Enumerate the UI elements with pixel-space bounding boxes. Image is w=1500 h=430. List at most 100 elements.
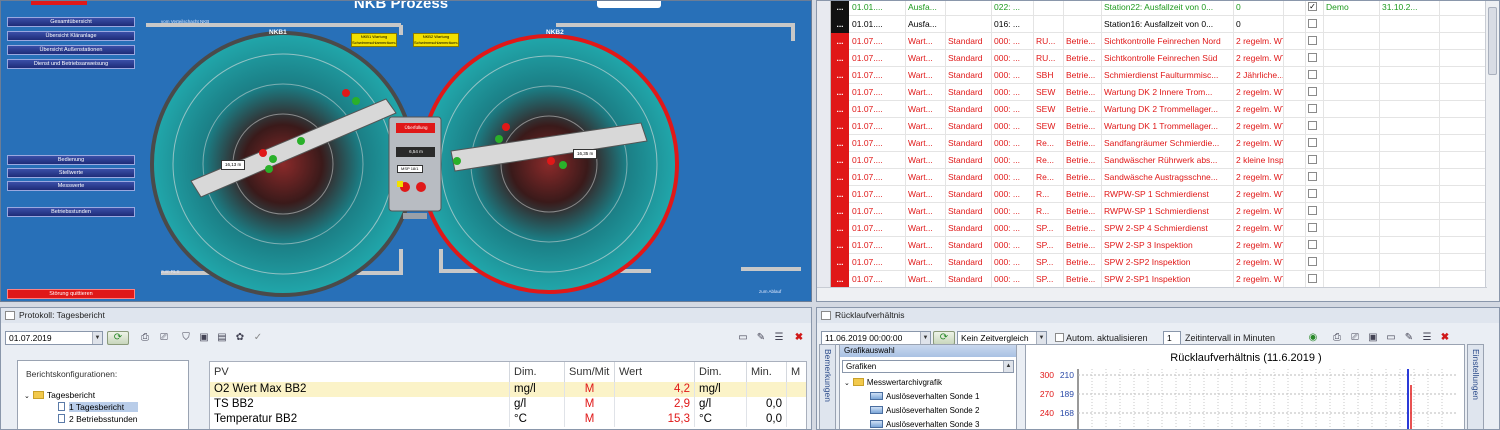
table-row[interactable]: ... 01.07.... Wart... Standard 000: ... RU...… (817, 33, 1485, 50)
row-done-checkbox[interactable] (1305, 101, 1323, 118)
row-status-marker[interactable]: ... (831, 16, 849, 33)
checkbox-box[interactable] (1308, 121, 1317, 131)
checkbox-box[interactable]: ✓ (1308, 2, 1317, 12)
side-tab-remarks[interactable]: Bemerkungen (819, 344, 836, 429)
globe-icon[interactable]: ◉ (1305, 331, 1321, 345)
row-done-checkbox[interactable] (1305, 169, 1323, 186)
table-row[interactable]: ... 01.07.... Wart... Standard 000: ... R... B… (817, 203, 1485, 220)
checkbox-box[interactable] (1308, 189, 1317, 199)
scroll-thumb[interactable] (1488, 7, 1497, 75)
checkbox-box[interactable] (1308, 274, 1317, 284)
chevron-down-icon[interactable]: ▼ (920, 332, 930, 344)
ratio-datetime-input[interactable]: 11.06.2019 00:00:00 ▼ (821, 331, 931, 345)
auto-update-checkbox[interactable]: Autom. aktualisieren (1055, 331, 1148, 345)
row-done-checkbox[interactable] (1305, 33, 1323, 50)
print-icon[interactable]: ⎙ (1329, 331, 1345, 345)
fault-reset-button[interactable]: Störung quittieren (7, 289, 135, 299)
list-icon[interactable]: ☰ (771, 331, 787, 345)
col-header-pv[interactable]: PV (210, 362, 510, 382)
table-row[interactable]: ...01.07.... Wart... Standard 000: ... SP...… (817, 254, 1485, 271)
row-done-checkbox[interactable] (1305, 135, 1323, 152)
col-header-max[interactable]: M (787, 362, 806, 382)
table-row[interactable]: TS BB2 g/l M 2,9 g/l 0,0 (210, 397, 806, 412)
close-icon[interactable]: ✖ (1437, 331, 1453, 345)
row-status-marker[interactable]: ... (831, 33, 849, 50)
table-row[interactable]: ...01.07.... Wart... Standard 000: ... SP...… (817, 237, 1485, 254)
horizontal-scrollbar[interactable] (817, 287, 1487, 301)
col-header-dim[interactable]: Dim. (510, 362, 565, 382)
table-row[interactable]: ...01.07.... Wart... Standard 000: ... SP...… (817, 220, 1485, 237)
checkbox-box[interactable] (1308, 206, 1317, 216)
tree-item-hours[interactable]: 2 Betriebsstunden (56, 413, 138, 425)
row-selector[interactable] (817, 152, 831, 169)
table-row[interactable]: O2 Wert Max BB2 mg/l M 4,2 mg/l (210, 382, 806, 397)
graph-item[interactable]: Auslöseverhalten Sonde 3 (870, 419, 979, 429)
preview-icon[interactable]: ⎚ (156, 331, 172, 345)
row-status-marker[interactable]: ... (831, 67, 849, 84)
side-tab-settings[interactable]: Einstellungen (1467, 344, 1484, 429)
warning-right[interactable]: NKB2 Wartung Schwimmschlammräumung (413, 33, 459, 47)
row-selector[interactable] (817, 16, 831, 33)
nav-button-operation[interactable]: Bedienung (7, 155, 135, 165)
chevron-down-icon[interactable]: ▲ (1003, 361, 1013, 372)
chevron-down-icon[interactable]: ▼ (92, 332, 102, 344)
row-selector[interactable] (817, 220, 831, 237)
interval-stepper[interactable]: 1 (1163, 331, 1181, 345)
nav-button-instructions[interactable]: Dienst und Betriebsanweisung (7, 59, 135, 69)
row-selector[interactable] (817, 203, 831, 220)
row-selector[interactable] (817, 50, 831, 67)
table-row[interactable]: ... 01.07.... Wart... Standard 000: ... Re...… (817, 135, 1485, 152)
row-status-marker[interactable]: ... (831, 152, 849, 169)
col-header-sum[interactable]: Sum/Mit (565, 362, 615, 382)
print-icon[interactable]: ⎙ (137, 331, 153, 345)
ratio-chart[interactable]: Rücklaufverhältnis (11.6.2019 ) 300 210 270… (1025, 344, 1465, 429)
preview-icon[interactable]: ⎚ (1347, 331, 1363, 345)
table-row[interactable]: ... 01.07.... Wart... Standard 000: ... RU...… (817, 50, 1485, 67)
row-selector[interactable] (817, 135, 831, 152)
row-done-checkbox[interactable] (1305, 203, 1323, 220)
row-status-marker[interactable]: ... (831, 254, 849, 271)
nav-button-hours[interactable]: Betriebsstunden (7, 207, 135, 217)
chevron-down-icon[interactable]: ▼ (1036, 332, 1046, 344)
row-status-marker[interactable]: ... (831, 237, 849, 254)
row-done-checkbox[interactable] (1305, 16, 1323, 33)
table-row[interactable]: ... 01.07.... Wart... Standard 000: ... Re...… (817, 169, 1485, 186)
checkbox-box[interactable] (1308, 240, 1317, 250)
checkbox-box[interactable] (1308, 138, 1317, 148)
report-date-input[interactable]: 01.07.2019 ▼ (5, 331, 103, 345)
row-done-checkbox[interactable] (1305, 186, 1323, 203)
checkbox-box[interactable] (1308, 155, 1317, 165)
row-status-marker[interactable]: ... (831, 84, 849, 101)
checkbox-box[interactable] (1308, 36, 1317, 46)
graph-item[interactable]: Auslöseverhalten Sonde 1 (870, 391, 979, 403)
warning-left[interactable]: NKB1 Wartung Schwimmschlammräumung (351, 33, 397, 47)
export-icon[interactable]: ▣ (196, 331, 212, 345)
nav-button-outstations[interactable]: Übersicht Außenstationen (7, 45, 135, 55)
col-header-min[interactable]: Min. (747, 362, 787, 382)
table-row[interactable]: ... 01.07.... Wart... Standard 000: ... SEW Be… (817, 118, 1485, 135)
row-selector[interactable] (817, 84, 831, 101)
checkbox-box[interactable] (1308, 19, 1317, 29)
table-row[interactable]: ... 01.01.... Ausfa... 016: ... Station16: A… (817, 16, 1485, 33)
row-status-marker[interactable]: ... (831, 169, 849, 186)
row-status-marker[interactable]: ... (831, 220, 849, 237)
list-icon[interactable]: ☰ (1419, 331, 1435, 345)
col-header-value[interactable]: Wert (615, 362, 695, 382)
graph-combo[interactable]: Grafiken ▲ (842, 360, 1014, 373)
table-row[interactable]: ... 01.07.... Wart... Standard 000: ... R... B… (817, 186, 1485, 203)
compare-select[interactable]: Kein Zeitvergleich ▼ (957, 331, 1047, 345)
row-status-marker[interactable]: ... (831, 50, 849, 67)
row-done-checkbox[interactable] (1305, 152, 1323, 169)
row-done-checkbox[interactable] (1305, 50, 1323, 67)
table-row[interactable]: ...01.07.... Wart... Standard 000: ... SP...… (817, 271, 1485, 288)
row-done-checkbox[interactable] (1305, 84, 1323, 101)
row-selector[interactable] (817, 1, 831, 16)
row-status-marker[interactable]: ... (831, 186, 849, 203)
checkbox-box[interactable] (1308, 257, 1317, 267)
expand-icon[interactable]: ⌄ (24, 393, 30, 400)
row-selector[interactable] (817, 169, 831, 186)
table-row[interactable]: ... 01.01.... Ausfa... 022: ... Station22: A… (817, 1, 1485, 16)
nav-button-overview[interactable]: Gesamtübersicht (7, 17, 135, 27)
checkbox-box[interactable] (1308, 87, 1317, 97)
row-selector[interactable] (817, 254, 831, 271)
